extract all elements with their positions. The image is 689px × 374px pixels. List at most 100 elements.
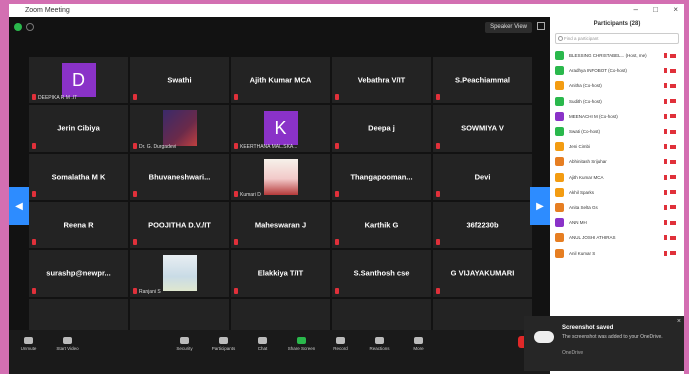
- participant-row[interactable]: ANN MH: [550, 215, 684, 230]
- info-icon[interactable]: [26, 23, 34, 31]
- participant-row[interactable]: Swati (Co-host): [550, 124, 684, 139]
- minimize-icon[interactable]: –: [634, 5, 638, 14]
- participant-avatar: [555, 248, 564, 258]
- video-off-icon: [670, 220, 676, 225]
- muted-mic-icon: [436, 94, 440, 101]
- toast-close-icon[interactable]: ×: [677, 318, 681, 325]
- participant-tile[interactable]: Thangapooman...: [332, 153, 431, 200]
- participant-avatar: [555, 157, 564, 167]
- muted-mic-icon: [664, 68, 667, 74]
- reactions-button[interactable]: Reactions: [360, 330, 399, 353]
- participant-tile[interactable]: Somalatha M K: [29, 153, 128, 200]
- participant-tile[interactable]: Vebathra V/IT: [332, 57, 431, 104]
- participant-row[interactable]: MEENACHI M (Co-host): [550, 109, 684, 124]
- participant-name: Karthik G: [364, 220, 399, 230]
- video-off-icon: [670, 205, 676, 210]
- participant-tile[interactable]: Maheswaran J: [231, 201, 330, 249]
- muted-mic-icon: [436, 190, 440, 197]
- participant-row[interactable]: Sudith (Co-host): [550, 94, 684, 109]
- muted-mic-icon: [335, 190, 339, 197]
- participant-tile[interactable]: Jerin Cibiya: [29, 105, 128, 152]
- participant-tile[interactable]: G VIJAYAKUMARI: [433, 250, 532, 297]
- participant-row[interactable]: Aradhya INFOBOT (Co-host): [550, 63, 684, 78]
- participants-button[interactable]: Participants: [204, 330, 243, 353]
- participant-avatar: [555, 127, 564, 137]
- participant-name: Deepa j: [368, 123, 395, 133]
- participant-tile[interactable]: Ajith Kumar MCA: [231, 57, 330, 104]
- participant-row[interactable]: Anitha (Co-host): [550, 78, 684, 93]
- muted-mic-icon: [664, 159, 667, 165]
- participant-name: SOWMIYA V: [461, 123, 504, 133]
- toast-link[interactable]: OneDrive: [562, 350, 583, 356]
- participant-tile[interactable]: Ranjani S: [130, 250, 229, 297]
- participant-row[interactable]: BLESSING CHRISTABEL... (Host, me): [550, 48, 684, 63]
- muted-mic-icon: [436, 142, 440, 149]
- muted-mic-icon: [335, 142, 339, 149]
- participant-tile[interactable]: Reena R: [29, 201, 128, 249]
- record-icon: [336, 337, 345, 344]
- video-off-icon: [670, 235, 676, 240]
- participant-tile[interactable]: 36f2230b: [433, 201, 532, 249]
- participant-row-name: Anitha (Co-host): [569, 83, 602, 89]
- participant-tile[interactable]: Dr. G. Durgadevi: [130, 105, 229, 152]
- participant-tile[interactable]: Karthik G: [332, 201, 431, 249]
- participant-tile[interactable]: D DEEPIKA R M .IT: [29, 57, 128, 104]
- toolbar-label: Share Screen: [287, 346, 316, 351]
- participant-name: Bhuvaneshwari...: [148, 172, 211, 182]
- video-off-icon: [670, 251, 676, 256]
- participant-tile[interactable]: Swathi: [130, 57, 229, 104]
- chat-button[interactable]: Chat: [243, 330, 282, 353]
- profile-photo: [263, 158, 298, 195]
- close-icon[interactable]: ×: [673, 5, 678, 14]
- participant-row-name: Jeni Cimbi: [569, 144, 591, 150]
- participant-row[interactable]: Akhil Sparks: [550, 185, 684, 200]
- participant-search-input[interactable]: Find a participant: [555, 33, 679, 44]
- participant-tile[interactable]: Kumari D: [231, 153, 330, 200]
- video-off-icon: [670, 53, 676, 58]
- muted-mic-icon: [133, 142, 137, 149]
- fullscreen-icon[interactable]: [537, 22, 545, 30]
- start-video-button[interactable]: Start Video: [48, 330, 87, 353]
- participant-tile[interactable]: S.Santhosh cse: [332, 250, 431, 297]
- unmute-button[interactable]: Unmute: [9, 330, 48, 353]
- muted-mic-icon: [664, 220, 667, 226]
- video-grid: D DEEPIKA R M .IT Swathi Ajith Kumar MCA Veb…: [29, 57, 532, 345]
- participant-row-name: MEENACHI M (Co-host): [569, 113, 618, 119]
- video-off-icon: [670, 114, 676, 119]
- toolbar-label: Chat: [257, 346, 268, 351]
- participant-row[interactable]: Ajith Kumar MCA: [550, 170, 684, 185]
- more-button[interactable]: More: [399, 330, 438, 353]
- mic-icon: [24, 337, 33, 344]
- next-page-button[interactable]: ▶: [530, 187, 550, 225]
- participant-tile[interactable]: K KEERTHANA MAL.SKA...: [231, 105, 330, 152]
- participant-tile[interactable]: SOWMIYA V: [433, 105, 532, 152]
- participant-row[interactable]: Jeni Cimbi: [550, 139, 684, 154]
- participant-avatar: [555, 81, 564, 91]
- participant-row[interactable]: Anil Kumar S: [550, 245, 684, 260]
- participant-tile[interactable]: S.Peachiammal: [433, 57, 532, 104]
- encryption-shield-icon[interactable]: [14, 23, 22, 31]
- participant-name: Swathi: [167, 75, 192, 85]
- participant-avatar: [555, 233, 564, 243]
- prev-page-button[interactable]: ◀: [9, 187, 29, 225]
- participant-tile[interactable]: Devi: [433, 153, 532, 200]
- toolbar-label: Record: [333, 346, 348, 351]
- security-button[interactable]: Security: [165, 330, 204, 353]
- participant-tile[interactable]: surashp@newpr...: [29, 250, 128, 297]
- participant-tile[interactable]: Bhuvaneshwari...: [130, 153, 229, 200]
- participant-avatar: [555, 51, 564, 61]
- participant-row[interactable]: ANUL JOSHI ATHIRAS: [550, 230, 684, 245]
- participant-row[interactable]: Anita Selta Gs: [550, 200, 684, 215]
- participant-name: S.Peachiammal: [454, 75, 511, 85]
- profile-photo: [162, 255, 197, 292]
- participant-tile[interactable]: Elakkiya T/IT: [231, 250, 330, 297]
- tile-caption: DEEPIKA R M .IT: [38, 95, 78, 102]
- speaker-view-button[interactable]: Speaker View: [485, 22, 532, 33]
- participant-tile[interactable]: POOJITHA D.V./IT: [130, 201, 229, 249]
- maximize-icon[interactable]: □: [653, 5, 658, 14]
- record-button[interactable]: Record: [321, 330, 360, 353]
- share-screen-button[interactable]: Share Screen: [282, 330, 321, 353]
- participant-tile[interactable]: Deepa j: [332, 105, 431, 152]
- participant-row[interactable]: Abhinitash Srijuhar: [550, 154, 684, 169]
- zoom-window: Zoom Meeting – □ × Speaker View D DEEPIKA…: [9, 4, 684, 374]
